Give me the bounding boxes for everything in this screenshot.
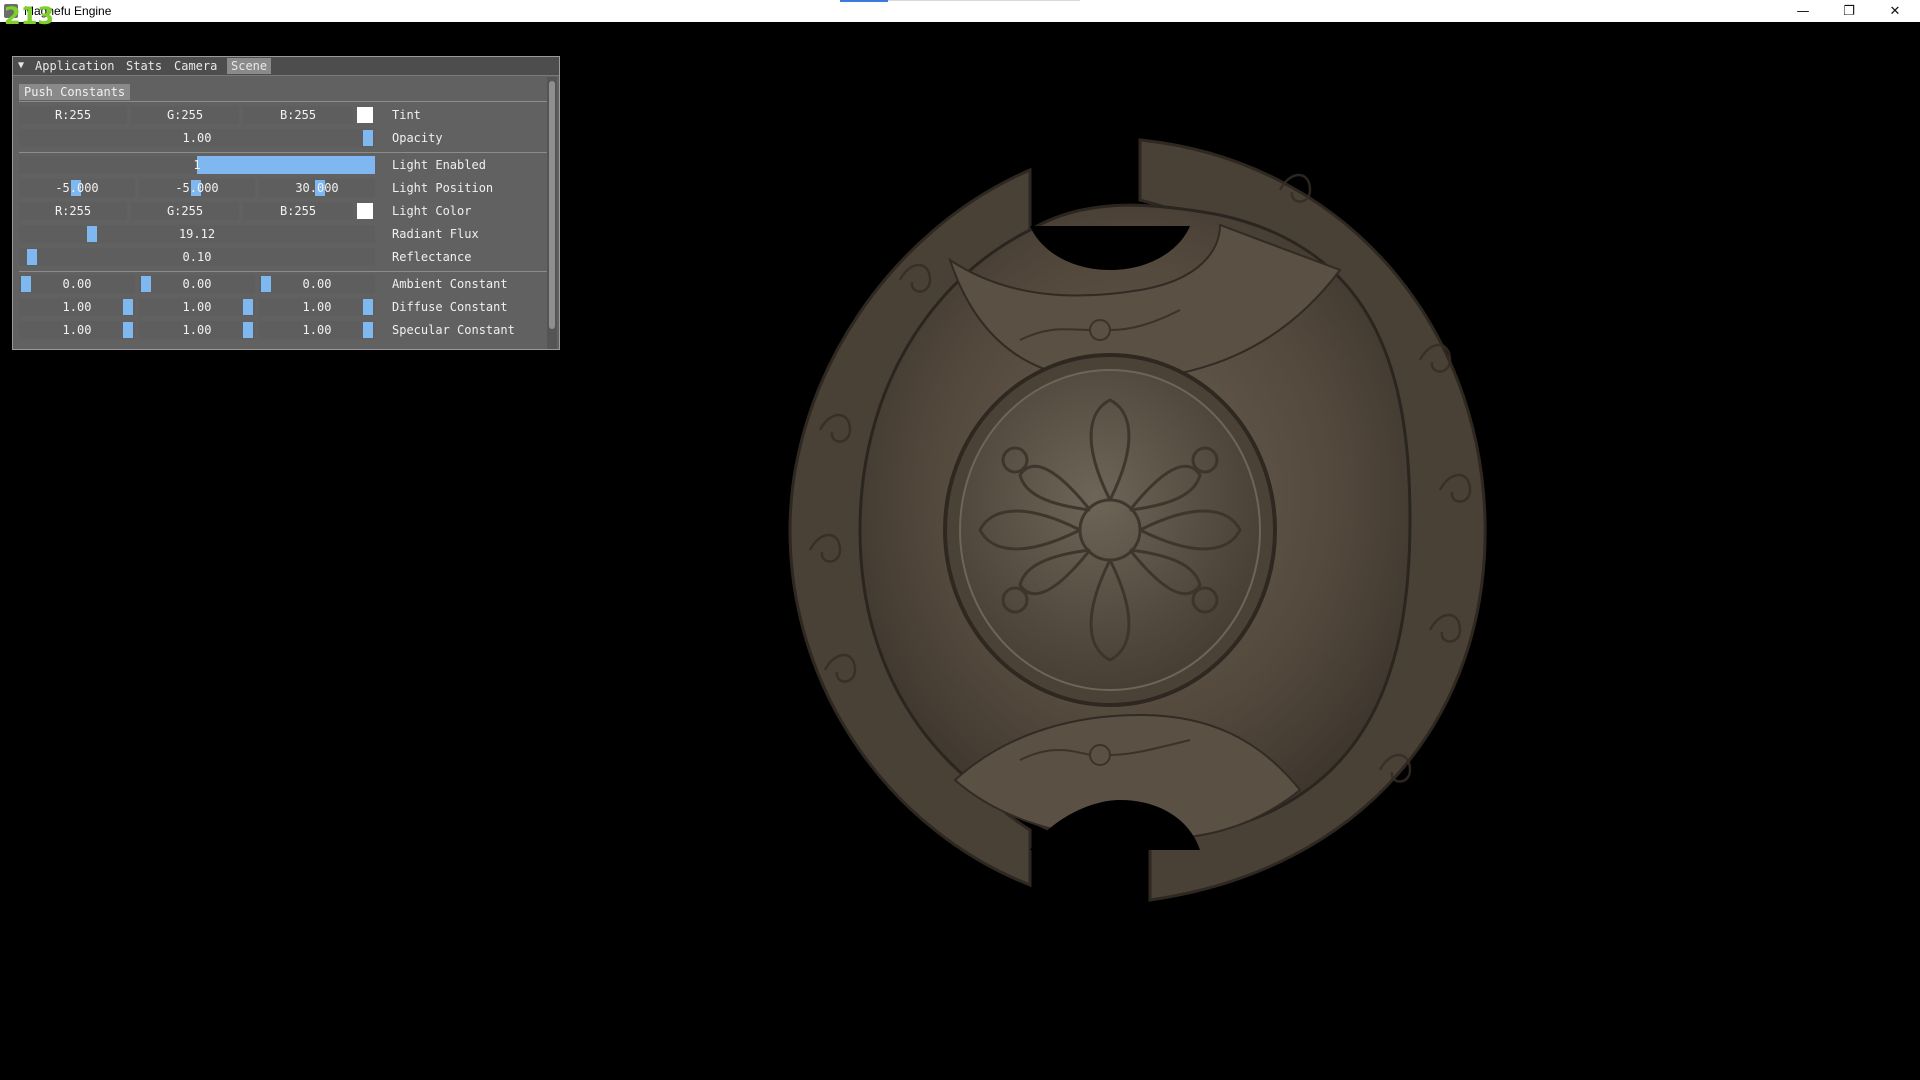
light-position-label: Light Position xyxy=(392,181,494,195)
divider xyxy=(19,101,547,102)
specular-z-grab[interactable] xyxy=(363,322,373,338)
diffuse-y-slider[interactable]: 1.00 xyxy=(139,298,255,316)
divider xyxy=(19,271,547,272)
diffuse-x-grab[interactable] xyxy=(123,299,133,315)
light-enabled-label: Light Enabled xyxy=(392,158,486,172)
specular-x-grab[interactable] xyxy=(123,322,133,338)
restore-button[interactable]: ❐ xyxy=(1826,0,1872,22)
ambient-x-grab[interactable] xyxy=(21,276,31,292)
panel-scrollbar-thumb[interactable] xyxy=(549,81,555,329)
section-push-constants[interactable]: Push Constants xyxy=(19,84,131,100)
reflectance-label: Reflectance xyxy=(392,250,472,264)
light-enabled-fill xyxy=(197,156,375,174)
minimize-button[interactable]: — xyxy=(1780,0,1826,22)
specular-constant-label: Specular Constant xyxy=(392,323,515,337)
tab-stats[interactable]: Stats xyxy=(122,58,166,74)
window-titlebar: Magnefu Engine — ❐ ✕ xyxy=(0,0,1920,22)
tint-label: Tint xyxy=(392,108,421,122)
ambient-z-slider[interactable]: 0.00 xyxy=(259,275,375,293)
close-button[interactable]: ✕ xyxy=(1872,0,1918,22)
titlebar-accent xyxy=(840,0,888,2)
panel-scrollbar[interactable] xyxy=(547,77,557,349)
diffuse-constant-label: Diffuse Constant xyxy=(392,300,508,314)
specular-x-slider[interactable]: 1.00 xyxy=(19,321,135,339)
ambient-y-slider[interactable]: 0.00 xyxy=(139,275,255,293)
ambient-y-grab[interactable] xyxy=(141,276,151,292)
ambient-constant-label: Ambient Constant xyxy=(392,277,508,291)
light-position-z-slider[interactable]: 30.000 xyxy=(259,179,375,197)
radiant-flux-slider[interactable]: 19.12 xyxy=(19,225,375,243)
fps-counter: 213 xyxy=(4,2,55,30)
titlebar-accent-line xyxy=(888,0,1080,1)
divider xyxy=(19,152,547,153)
radiant-flux-grab[interactable] xyxy=(87,226,97,242)
tint-color-swatch[interactable] xyxy=(357,107,373,123)
light-color-label: Light Color xyxy=(392,204,472,218)
close-icon: ✕ xyxy=(1889,3,1901,19)
collapse-arrow-icon[interactable]: ▼ xyxy=(18,60,24,71)
tint-g-field[interactable]: G:255 xyxy=(131,106,239,124)
diffuse-z-slider[interactable]: 1.00 xyxy=(259,298,375,316)
opacity-slider[interactable]: 1.00 xyxy=(19,129,375,147)
ambient-x-slider[interactable]: 0.00 xyxy=(19,275,135,293)
ambient-z-grab[interactable] xyxy=(261,276,271,292)
diffuse-z-grab[interactable] xyxy=(363,299,373,315)
light-position-x-slider[interactable]: -5.000 xyxy=(19,179,135,197)
opacity-slider-grab[interactable] xyxy=(363,130,373,146)
panel-tab-bar: ▼ Application Stats Camera Scene xyxy=(13,57,559,76)
light-color-swatch[interactable] xyxy=(357,203,373,219)
tab-camera[interactable]: Camera xyxy=(170,58,221,74)
opacity-label: Opacity xyxy=(392,131,443,145)
light-color-r-field[interactable]: R:255 xyxy=(19,202,127,220)
tab-application[interactable]: Application xyxy=(31,58,118,74)
light-color-g-field[interactable]: G:255 xyxy=(131,202,239,220)
minimize-icon: — xyxy=(1796,3,1810,19)
reflectance-slider[interactable]: 0.10 xyxy=(19,248,375,266)
shield-model xyxy=(788,138,1487,902)
light-enabled-slider[interactable]: 1 xyxy=(19,156,375,174)
radiant-flux-label: Radiant Flux xyxy=(392,227,479,241)
diffuse-x-slider[interactable]: 1.00 xyxy=(19,298,135,316)
light-color-b-field[interactable]: B:255 xyxy=(243,202,353,220)
specular-y-slider[interactable]: 1.00 xyxy=(139,321,255,339)
reflectance-grab[interactable] xyxy=(27,249,37,265)
light-position-y-slider[interactable]: -5.000 xyxy=(139,179,255,197)
specular-y-grab[interactable] xyxy=(243,322,253,338)
imgui-panel: ▼ Application Stats Camera Scene Push Co… xyxy=(12,56,560,350)
tint-r-field[interactable]: R:255 xyxy=(19,106,127,124)
specular-z-slider[interactable]: 1.00 xyxy=(259,321,375,339)
tab-scene[interactable]: Scene xyxy=(227,58,272,74)
restore-icon: ❐ xyxy=(1843,3,1855,19)
diffuse-y-grab[interactable] xyxy=(243,299,253,315)
tint-b-field[interactable]: B:255 xyxy=(243,106,353,124)
